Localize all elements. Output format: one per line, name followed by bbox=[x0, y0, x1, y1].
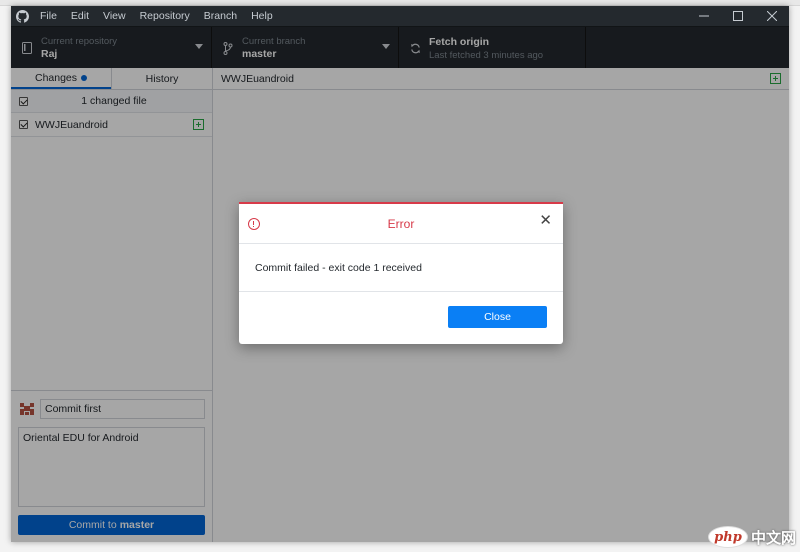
menu-help[interactable]: Help bbox=[244, 6, 280, 26]
dialog-footer: Close bbox=[239, 292, 563, 342]
menu-view[interactable]: View bbox=[96, 6, 133, 26]
watermark-logo: php 中文网 bbox=[707, 526, 796, 548]
title-bar: File Edit View Repository Branch Help bbox=[11, 6, 789, 26]
minimize-button[interactable] bbox=[687, 6, 721, 26]
dialog-title: Error bbox=[387, 216, 415, 231]
watermark-cn: 中文网 bbox=[750, 528, 796, 547]
github-logo-icon[interactable] bbox=[11, 6, 33, 26]
desktop-left-edge bbox=[0, 6, 11, 552]
menu-bar: File Edit View Repository Branch Help bbox=[33, 6, 280, 26]
maximize-button[interactable] bbox=[721, 6, 755, 26]
close-icon[interactable]: ✕ bbox=[539, 213, 552, 228]
menu-edit[interactable]: Edit bbox=[64, 6, 96, 26]
desktop-right-edge bbox=[789, 6, 800, 552]
menu-repository[interactable]: Repository bbox=[133, 6, 197, 26]
watermark-php: php bbox=[707, 526, 748, 548]
dialog-header: Error ✕ bbox=[239, 204, 563, 244]
close-button[interactable]: Close bbox=[448, 306, 547, 328]
menu-file[interactable]: File bbox=[33, 6, 64, 26]
error-message: Commit failed - exit code 1 received bbox=[255, 261, 422, 274]
error-dialog: Error ✕ Commit failed - exit code 1 rece… bbox=[239, 202, 563, 344]
window-controls bbox=[687, 6, 789, 26]
minimize-icon bbox=[699, 15, 709, 17]
close-window-button[interactable] bbox=[755, 6, 789, 26]
desktop-bottom-edge bbox=[0, 542, 800, 552]
dialog-body: Commit failed - exit code 1 received bbox=[239, 244, 563, 292]
menu-branch[interactable]: Branch bbox=[197, 6, 244, 26]
close-icon bbox=[767, 11, 777, 21]
maximize-icon bbox=[733, 11, 743, 21]
alert-circle-icon bbox=[248, 218, 260, 230]
